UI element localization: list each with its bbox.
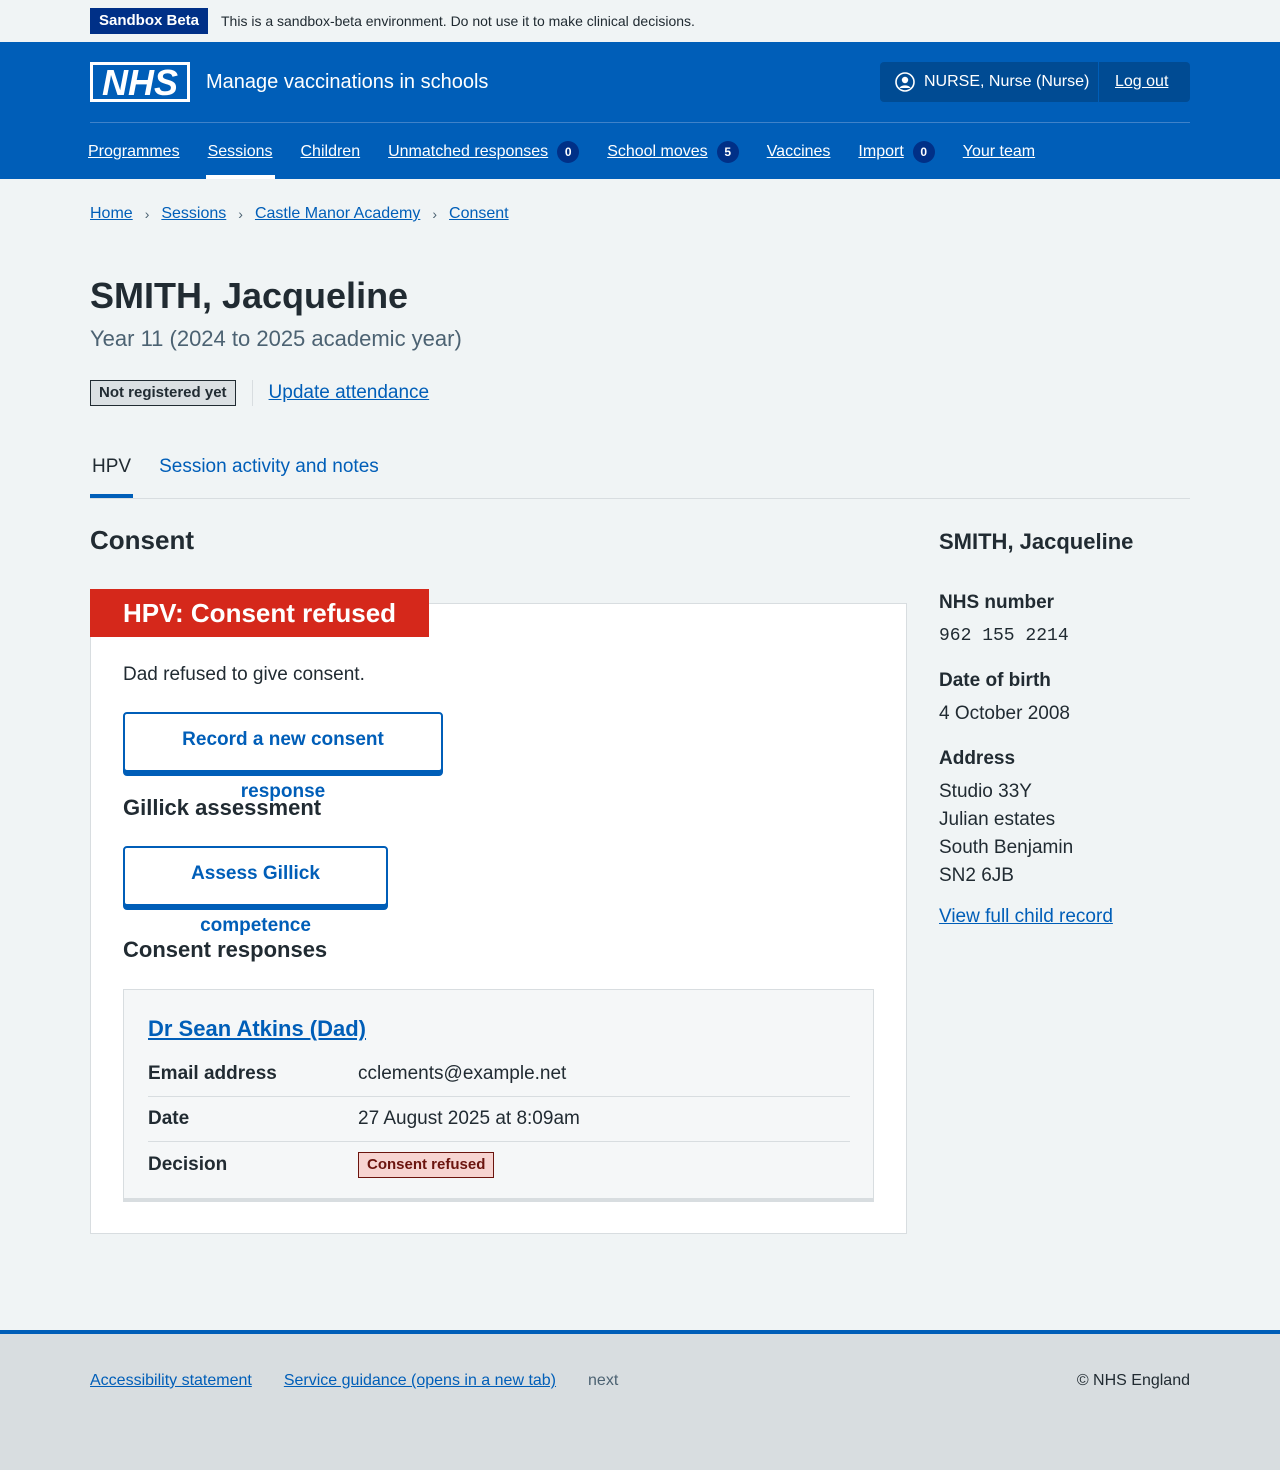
attendance-status: Not registered yet Update attendance	[90, 380, 429, 406]
nav-link-school-moves[interactable]: School moves	[607, 143, 708, 161]
consent-status-heading: HPV: Consent refused	[90, 589, 430, 637]
breadcrumb-school[interactable]: Castle Manor Academy	[255, 205, 420, 223]
nhs-logo-text: NHS	[102, 62, 178, 102]
response-summary-list: Email address cclements@example.net Date…	[148, 1052, 850, 1187]
nhs-logo[interactable]: NHS	[90, 62, 190, 102]
sandbox-banner: Sandbox Beta This is a sandbox-beta envi…	[0, 0, 1280, 42]
nav-item-school-moves[interactable]: School moves 5	[607, 141, 739, 163]
status-divider	[251, 380, 253, 406]
programme-tabs: HPV Session activity and notes	[90, 452, 1190, 499]
chevron-right-icon: ›	[432, 206, 438, 222]
child-details-sidebar: SMITH, Jacqueline NHS number 962 155 221…	[939, 528, 1190, 928]
summary-row-date: Date 27 August 2025 at 8:09am	[148, 1097, 850, 1142]
header: NHS Manage vaccinations in schools NURSE…	[0, 42, 1280, 179]
footer-version-text: next	[588, 1372, 619, 1389]
address-value: Studio 33Y Julian estates South Benjamin…	[939, 778, 1190, 890]
header-divider	[90, 122, 1190, 123]
summary-value: Consent refused	[358, 1151, 850, 1178]
decision-status-tag: Consent refused	[358, 1151, 495, 1178]
nav-item-unmatched-responses[interactable]: Unmatched responses 0	[388, 141, 580, 163]
logout-link[interactable]: Log out	[1099, 73, 1168, 91]
update-attendance-link[interactable]: Update attendance	[269, 382, 430, 404]
parent-name-link[interactable]: Dr Sean Atkins (Dad)	[148, 1016, 366, 1042]
summary-row-decision: Decision Consent refused	[148, 1142, 850, 1187]
service-name[interactable]: Manage vaccinations in schools	[206, 69, 488, 95]
tab-hpv[interactable]: HPV	[90, 452, 134, 498]
nav-link-import[interactable]: Import	[858, 143, 903, 161]
consent-response-card: Dr Sean Atkins (Dad) Email address cclem…	[123, 989, 874, 1202]
consent-summary-text: Dad refused to give consent.	[123, 664, 365, 685]
copyright: © NHS England	[1076, 1372, 1190, 1389]
summary-row-email: Email address cclements@example.net	[148, 1052, 850, 1097]
dob-value: 4 October 2008	[939, 703, 1070, 724]
sandbox-tag: Sandbox Beta	[90, 8, 209, 34]
address-line: Julian estates	[939, 809, 1056, 830]
dob-label: Date of birth	[939, 670, 1051, 691]
import-count: 0	[912, 141, 935, 163]
chevron-right-icon: ›	[144, 206, 150, 222]
registration-status-tag: Not registered yet	[90, 380, 236, 406]
unmatched-responses-count: 0	[557, 141, 580, 163]
address-line: South Benjamin	[939, 837, 1074, 858]
breadcrumb: Home › Sessions › Castle Manor Academy ›…	[90, 205, 509, 223]
consent-section-title: Consent	[90, 525, 194, 555]
nhs-number-value: 962 155 2214	[939, 626, 1069, 646]
footer: Accessibility statement Service guidance…	[0, 1330, 1280, 1470]
address-line: SN2 6JB	[939, 865, 1014, 886]
consent-card: HPV: Consent refused Dad refused to give…	[90, 589, 907, 1234]
nav-link-your-team[interactable]: Your team	[963, 143, 1035, 161]
breadcrumb-sessions[interactable]: Sessions	[161, 205, 226, 223]
record-consent-button[interactable]: Record a new consent response	[123, 712, 443, 802]
nhs-number-label: NHS number	[939, 592, 1055, 613]
summary-value: 27 August 2025 at 8:09am	[358, 1108, 580, 1129]
breadcrumb-home[interactable]: Home	[90, 205, 133, 223]
user-icon	[895, 72, 915, 92]
address-line: Studio 33Y	[939, 781, 1032, 802]
nav-item-programmes[interactable]: Programmes	[88, 143, 180, 161]
service-guidance-link[interactable]: Service guidance (opens in a new tab)	[284, 1372, 556, 1390]
nav-link-sessions[interactable]: Sessions	[208, 143, 273, 161]
assess-gillick-button[interactable]: Assess Gillick competence	[123, 846, 388, 936]
page-title: SMITH, Jacqueline	[90, 275, 409, 316]
tab-session-activity-link[interactable]: Session activity and notes	[159, 456, 379, 477]
summary-key: Email address	[148, 1063, 277, 1084]
chevron-right-icon: ›	[238, 206, 243, 222]
school-moves-count: 5	[716, 141, 739, 163]
consent-responses-heading: Consent responses	[123, 937, 328, 962]
nav-link-unmatched-responses[interactable]: Unmatched responses	[388, 143, 548, 161]
nav-link-vaccines[interactable]: Vaccines	[767, 143, 831, 161]
summary-key: Decision	[148, 1153, 228, 1175]
nav-link-children[interactable]: Children	[301, 143, 361, 161]
nav-item-sessions[interactable]: Sessions	[205, 143, 275, 179]
nav-item-children[interactable]: Children	[301, 143, 361, 161]
address-label: Address	[939, 748, 1016, 769]
nav-item-import[interactable]: Import 0	[858, 141, 935, 163]
footer-links: Accessibility statement Service guidance…	[90, 1372, 618, 1390]
accessibility-statement-link[interactable]: Accessibility statement	[90, 1372, 252, 1390]
tab-session-activity[interactable]: Session activity and notes	[157, 452, 381, 498]
nav-item-vaccines[interactable]: Vaccines	[767, 143, 831, 161]
account-user-name: NURSE, Nurse (Nurse)	[924, 73, 1090, 90]
nav-item-your-team[interactable]: Your team	[963, 143, 1035, 161]
sandbox-text: This is a sandbox-beta environment. Do n…	[221, 13, 695, 29]
summary-key: Date	[148, 1108, 190, 1129]
nhs-logo-icon: NHS	[90, 62, 190, 102]
gillick-heading: Gillick assessment	[123, 795, 322, 820]
breadcrumb-consent[interactable]: Consent	[449, 205, 509, 223]
account-user: NURSE, Nurse (Nurse)	[880, 62, 1099, 102]
nav-link-programmes[interactable]: Programmes	[88, 143, 180, 161]
view-child-record-link[interactable]: View full child record	[939, 906, 1113, 927]
primary-navigation: Programmes Sessions Children Unmatched r…	[88, 141, 1063, 179]
account-menu: NURSE, Nurse (Nurse) Log out	[880, 62, 1190, 102]
page-subtitle: Year 11 (2024 to 2025 academic year)	[90, 326, 462, 351]
sidebar-child-name: SMITH, Jacqueline	[939, 529, 1134, 554]
summary-value: cclements@example.net	[358, 1063, 567, 1084]
